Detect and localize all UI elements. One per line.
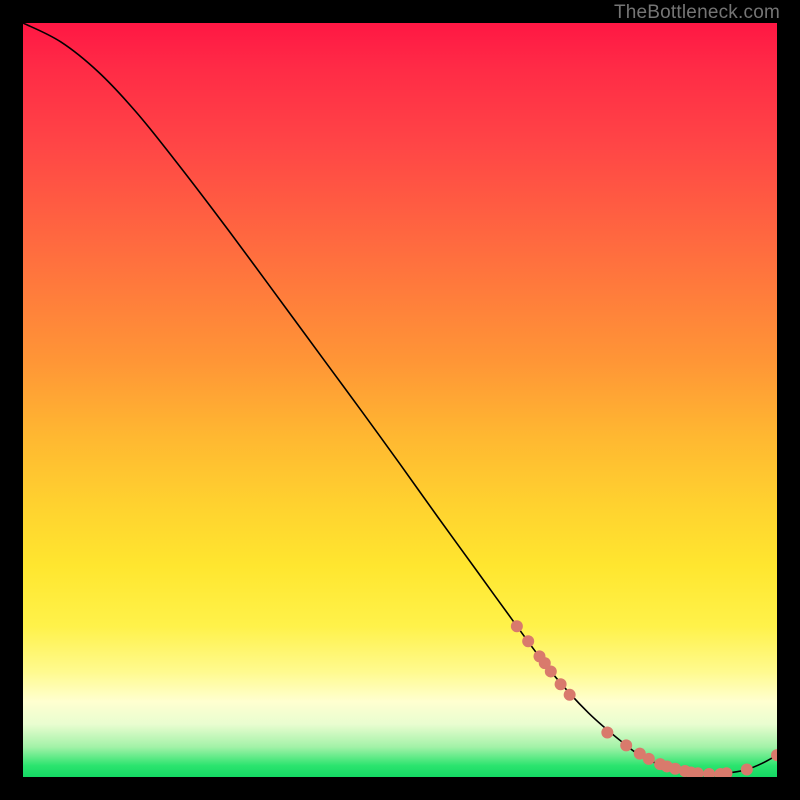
marker-point: [601, 727, 613, 739]
plot-area: [23, 23, 777, 777]
chart-stage: TheBottleneck.com: [0, 0, 800, 800]
marker-point: [511, 620, 523, 632]
marker-point: [555, 678, 567, 690]
marker-group: [511, 620, 777, 777]
chart-svg: [23, 23, 777, 777]
marker-point: [620, 739, 632, 751]
marker-point: [643, 753, 655, 765]
marker-point: [771, 749, 777, 761]
marker-point: [545, 665, 557, 677]
bottleneck-curve: [23, 23, 777, 774]
marker-point: [741, 763, 753, 775]
marker-point: [564, 689, 576, 701]
marker-point: [522, 635, 534, 647]
watermark-text: TheBottleneck.com: [614, 2, 780, 24]
marker-point: [703, 768, 715, 777]
